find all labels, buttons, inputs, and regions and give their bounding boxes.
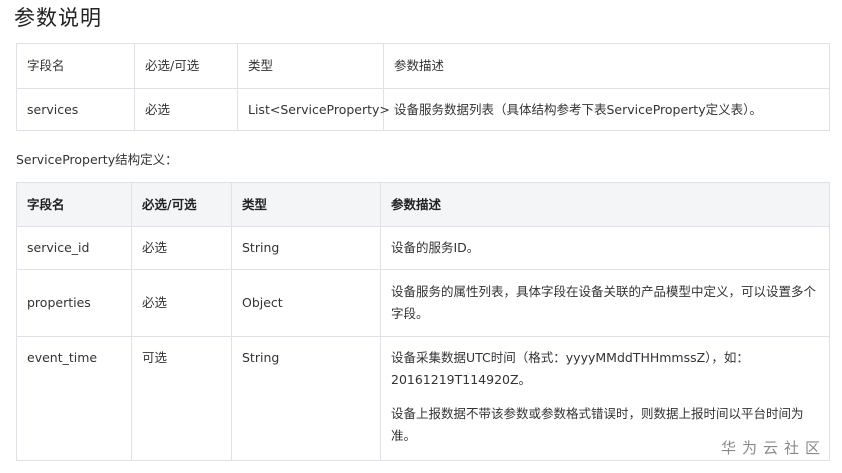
- cell-description: 设备服务数据列表（具体结构参考下表ServiceProperty定义表）。: [383, 88, 830, 131]
- table-row: event_time 可选 String 设备采集数据UTC时间（格式：yyyy…: [16, 336, 830, 461]
- cell-description: 设备服务的属性列表，具体字段在设备关联的产品模型中定义，可以设置多个字段。: [380, 269, 830, 337]
- column-header-type: 类型: [231, 182, 381, 227]
- table-row: services 必选 List<ServiceProperty> 设备服务数据…: [16, 88, 830, 131]
- table-row: properties 必选 Object 设备服务的属性列表，具体字段在设备关联…: [16, 269, 830, 337]
- cell-field-name: services: [16, 88, 135, 131]
- cell-field-name: service_id: [16, 226, 132, 270]
- serviceproperty-definition-table: 字段名 必选/可选 类型 参数描述 service_id 必选 String 设…: [16, 182, 830, 461]
- section-subtitle: ServiceProperty结构定义：: [16, 152, 178, 167]
- description-paragraph: 设备采集数据UTC时间（格式：yyyyMMddTHHmmssZ），如：20161…: [391, 350, 749, 387]
- column-header-required: 必选/可选: [134, 43, 238, 89]
- table-header-row: 字段名 必选/可选 类型 参数描述: [16, 43, 830, 89]
- column-header-field-name: 字段名: [16, 182, 132, 227]
- column-header-type: 类型: [237, 43, 384, 89]
- cell-type: String: [231, 336, 381, 461]
- table-row: service_id 必选 String 设备的服务ID。: [16, 226, 830, 270]
- table-header-row: 字段名 必选/可选 类型 参数描述: [16, 182, 830, 227]
- cell-required: 必选: [131, 269, 232, 337]
- cell-field-name: properties: [16, 269, 132, 337]
- services-parameter-table: 字段名 必选/可选 类型 参数描述 services 必选 List<Servi…: [16, 43, 830, 131]
- cell-type: String: [231, 226, 381, 270]
- column-header-description: 参数描述: [380, 182, 830, 227]
- cell-required: 可选: [131, 336, 232, 461]
- column-header-description: 参数描述: [383, 43, 830, 89]
- cell-required: 必选: [134, 88, 238, 131]
- column-header-field-name: 字段名: [16, 43, 135, 89]
- cell-field-name: event_time: [16, 336, 132, 461]
- cell-type: List<ServiceProperty>: [237, 88, 390, 131]
- cell-description: 设备的服务ID。: [380, 226, 830, 270]
- watermark-logo: 华为云社区: [718, 437, 828, 458]
- cell-required: 必选: [131, 226, 232, 270]
- page-title: 参数说明: [14, 6, 102, 30]
- cell-type: Object: [231, 269, 381, 337]
- column-header-required: 必选/可选: [131, 182, 232, 227]
